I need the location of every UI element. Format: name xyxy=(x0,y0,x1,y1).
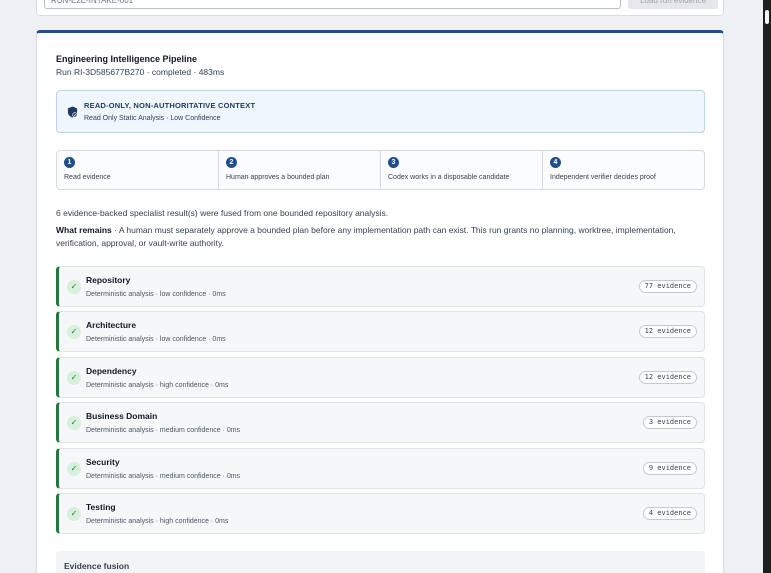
evidence-count-badge: 9 evidence xyxy=(642,462,697,475)
evidence-count-badge: 12 evidence xyxy=(638,325,697,338)
specialist-name: Business Domain xyxy=(86,411,158,421)
step-number: 3 xyxy=(388,157,399,168)
specialist-meta: Deterministic analysis · low confidence … xyxy=(86,336,226,343)
pipeline-title: Engineering Intelligence Pipeline xyxy=(56,54,198,64)
specialist-result-repository[interactable]: ✓ Repository Deterministic analysis · lo… xyxy=(56,266,705,307)
specialist-result-dependency[interactable]: ✓ Dependency Deterministic analysis · hi… xyxy=(56,357,705,398)
step-codex-works: 3 Codex works in a disposable candidate xyxy=(381,151,543,189)
specialist-result-security[interactable]: ✓ Security Deterministic analysis · medi… xyxy=(56,448,705,489)
check-icon: ✓ xyxy=(67,371,81,385)
specialist-meta: Deterministic analysis · high confidence… xyxy=(86,382,229,389)
specialist-meta: Deterministic analysis · medium confiden… xyxy=(86,473,241,480)
shield-icon xyxy=(67,106,78,118)
scrollbar-thumb[interactable] xyxy=(765,10,769,24)
step-read-evidence: 1 Read evidence xyxy=(57,151,219,189)
run-id-input[interactable]: RUN-E2E-INTAKE-001 xyxy=(44,0,621,9)
specialist-name: Testing xyxy=(86,502,116,512)
pipeline-card: Engineering Intelligence Pipeline Run RI… xyxy=(36,30,724,573)
specialist-name: Dependency xyxy=(86,366,137,376)
workflow-steps: 1 Read evidence 2 Human approves a bound… xyxy=(56,150,705,190)
check-icon: ✓ xyxy=(67,507,81,521)
step-number: 2 xyxy=(226,157,237,168)
specialist-meta: Deterministic analysis · low confidence … xyxy=(86,291,226,298)
step-human-approves: 2 Human approves a bounded plan xyxy=(219,151,381,189)
step-label: Read evidence xyxy=(64,174,111,181)
run-status-line: Run RI-3D585677B270 · completed · 483ms xyxy=(56,67,225,77)
specialist-result-testing[interactable]: ✓ Testing Deterministic analysis · high … xyxy=(56,493,705,534)
context-banner: READ-ONLY, NON-AUTHORITATIVE CONTEXT Rea… xyxy=(56,90,705,133)
scrollbar[interactable] xyxy=(763,0,771,573)
check-icon: ✓ xyxy=(67,325,81,339)
step-number: 1 xyxy=(64,157,75,168)
evidence-count-badge: 12 evidence xyxy=(638,371,697,384)
step-label: Independent verifier decides proof xyxy=(550,174,656,181)
specialist-meta: Deterministic analysis · high confidence… xyxy=(86,518,229,525)
context-subtitle: Read Only Static Analysis · Low Confiden… xyxy=(84,115,221,122)
check-icon: ✓ xyxy=(67,416,81,430)
step-verifier-decides: 4 Independent verifier decides proof xyxy=(543,151,704,189)
what-remains-note: What remains · A human must separately a… xyxy=(56,224,696,250)
step-label: Human approves a bounded plan xyxy=(226,174,330,181)
specialist-meta: Deterministic analysis · medium confiden… xyxy=(86,427,241,434)
evidence-count-badge: 4 evidence xyxy=(642,507,697,520)
specialist-result-architecture[interactable]: ✓ Architecture Deterministic analysis · … xyxy=(56,311,705,352)
run-loader-card: RUN-E2E-INTAKE-001 Load run evidence xyxy=(36,0,724,16)
evidence-count-badge: 3 evidence xyxy=(642,416,697,429)
evidence-fusion-title: Evidence fusion xyxy=(64,561,130,571)
check-icon: ✓ xyxy=(67,462,81,476)
load-run-button[interactable]: Load run evidence xyxy=(628,0,718,9)
specialist-result-business-domain[interactable]: ✓ Business Domain Deterministic analysis… xyxy=(56,402,705,443)
what-remains-text: · A human must separately approve a boun… xyxy=(56,225,676,248)
evidence-count-badge: 77 evidence xyxy=(638,280,697,293)
specialist-name: Architecture xyxy=(86,320,137,330)
specialist-name: Repository xyxy=(86,275,131,285)
context-title: READ-ONLY, NON-AUTHORITATIVE CONTEXT xyxy=(84,101,256,110)
check-icon: ✓ xyxy=(67,280,81,294)
step-label: Codex works in a disposable candidate xyxy=(388,174,510,181)
fusion-summary: 6 evidence-backed specialist result(s) w… xyxy=(56,208,389,218)
evidence-fusion-section: Evidence fusion xyxy=(56,551,705,573)
specialist-name: Security xyxy=(86,457,120,467)
what-remains-label: What remains xyxy=(56,225,112,235)
step-number: 4 xyxy=(550,157,561,168)
